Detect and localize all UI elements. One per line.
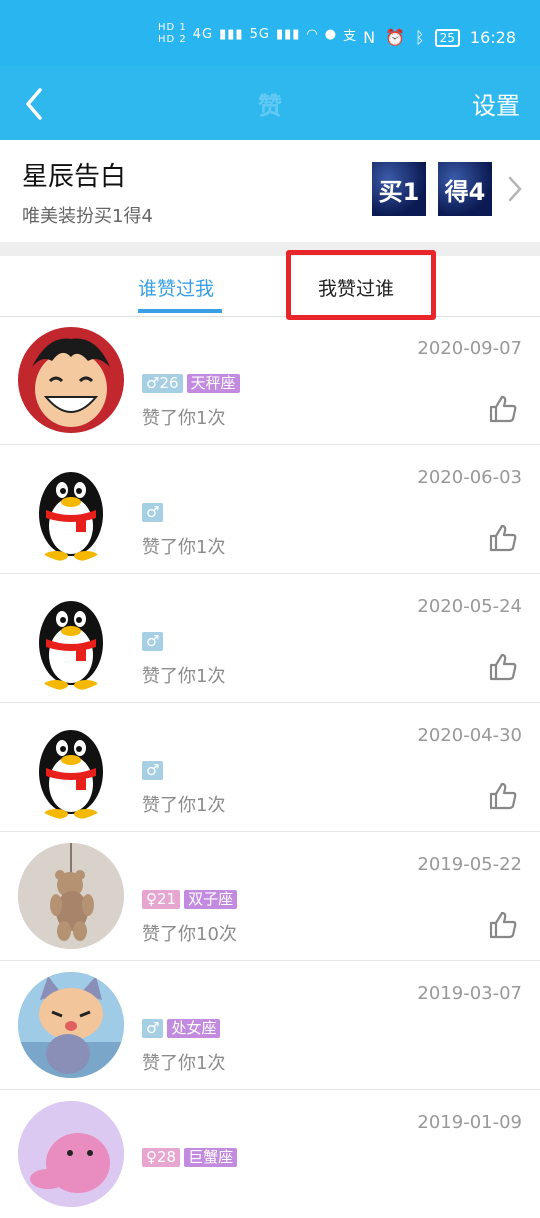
like-count-text: 赞了你1次	[142, 666, 226, 687]
likes-list: 2020-09-07 ♂26 天秤座 赞了你1次 2020-06-03 ♂ 赞了…	[0, 316, 540, 1218]
gender-age-badge: ♀21	[142, 890, 181, 909]
promo-badge-1: 买1	[378, 177, 420, 206]
status-bar: HD 1 HD 2 4G ▮▮▮ 5G ▮▮▮ ◠ ● 支 N ⏰ ᛒ 25 1…	[0, 0, 540, 66]
list-item[interactable]: 2019-01-09 ♀28 巨蟹座	[0, 1090, 540, 1218]
hd1-label: HD 1	[158, 22, 187, 33]
like-date: 2019-01-09	[417, 1112, 522, 1133]
user-tags: ♂	[142, 503, 164, 522]
signal-icon-2: ▮▮▮	[275, 26, 301, 42]
penguin-avatar-icon	[39, 730, 103, 819]
like-date: 2020-05-24	[417, 596, 522, 617]
status-right-icons: N ⏰ ᛒ 25 16:28	[363, 28, 516, 47]
page-title: 赞	[258, 92, 282, 120]
active-tab-indicator	[138, 309, 222, 313]
avatar[interactable]	[18, 972, 124, 1078]
thumbs-up-icon[interactable]	[488, 910, 518, 940]
hd2-label: HD 2	[158, 34, 187, 45]
status-left-icons: HD 1 HD 2 4G ▮▮▮ 5G ▮▮▮ ◠ ● 支	[158, 22, 357, 46]
list-item[interactable]: 2020-09-07 ♂26 天秤座 赞了你1次	[0, 316, 540, 445]
highlight-annotation-box	[286, 250, 436, 320]
wechat-icon: ●	[324, 26, 338, 42]
avatar[interactable]	[18, 327, 124, 433]
alarm-icon: ⏰	[385, 28, 405, 47]
tab-bar: 谁赞过我 我赞过谁	[0, 256, 540, 317]
list-item[interactable]: 2020-05-24 ♂ 赞了你1次	[0, 574, 540, 703]
like-date: 2019-05-22	[417, 854, 522, 875]
promo-badge-2: 得4	[444, 177, 486, 206]
promo-title: 星辰告白	[22, 162, 127, 192]
zodiac-badge: 天秤座	[186, 374, 240, 393]
user-tags: ♀28 巨蟹座	[142, 1148, 238, 1167]
male-icon: ♂	[142, 632, 164, 651]
like-date: 2019-03-07	[417, 983, 522, 1004]
list-item[interactable]: 2020-04-30 ♂ 赞了你1次	[0, 703, 540, 832]
female-icon: ♀	[146, 1148, 157, 1166]
network-4g-icon: 4G	[192, 26, 214, 42]
like-date: 2020-09-07	[417, 338, 522, 359]
clock-time: 16:28	[469, 28, 516, 47]
like-count-text: 赞了你1次	[142, 795, 226, 816]
hd-indicator: HD 1 HD 2	[158, 22, 187, 46]
promo-subtitle: 唯美装扮买1得4	[22, 206, 153, 227]
bluetooth-icon: ᛒ	[415, 28, 425, 47]
age-value: 28	[157, 1148, 177, 1166]
seal-avatar-icon	[18, 1101, 124, 1207]
user-tags: ♀21 双子座	[142, 890, 238, 909]
avatar[interactable]	[18, 1101, 124, 1207]
alipay-icon: 支	[343, 28, 358, 44]
signal-icon: ▮▮▮	[219, 26, 244, 42]
settings-button[interactable]: 设置	[472, 86, 520, 121]
avatar[interactable]	[18, 585, 124, 691]
age-value: 21	[157, 890, 177, 908]
nfc-icon: N	[363, 28, 376, 47]
male-icon: ♂	[142, 503, 164, 522]
thumbs-up-icon[interactable]	[488, 781, 518, 811]
avatar[interactable]	[18, 714, 124, 820]
avatar[interactable]	[18, 843, 124, 949]
thumbs-up-icon[interactable]	[488, 652, 518, 682]
gender-age-badge: ♀28	[142, 1148, 181, 1167]
user-tags: ♂	[142, 632, 164, 651]
like-count-text: 赞了你1次	[142, 408, 226, 429]
user-tags: ♂	[142, 761, 164, 780]
zodiac-badge: 处女座	[167, 1019, 221, 1038]
male-icon: ♂	[146, 374, 160, 392]
like-count-text: 赞了你1次	[142, 537, 226, 558]
list-item[interactable]: 2019-05-22 ♀21 双子座 赞了你10次	[0, 832, 540, 961]
title-bar: 赞 设置	[0, 66, 540, 140]
user-tags: ♂26 天秤座	[142, 374, 240, 393]
battery-icon: 25	[434, 28, 460, 47]
female-icon: ♀	[146, 890, 157, 908]
promo-image-get4: 得4	[438, 162, 492, 216]
like-count-text: 赞了你10次	[142, 924, 237, 945]
male-icon: ♂	[142, 761, 164, 780]
age-value: 26	[159, 374, 179, 392]
wifi-icon: ◠	[306, 26, 319, 42]
tab-who-liked-me[interactable]: 谁赞过我	[138, 274, 214, 301]
network-5g-icon: 5G	[249, 26, 270, 42]
thumbs-up-icon[interactable]	[488, 394, 518, 424]
section-divider	[0, 242, 540, 256]
promo-image-buy1: 买1	[372, 162, 426, 216]
avatar[interactable]	[18, 456, 124, 562]
cartoon-cat-avatar-icon	[18, 972, 124, 1078]
user-tags: ♂ 处女座	[142, 1019, 221, 1038]
teddy-bear-avatar-icon	[18, 843, 124, 949]
chevron-right-icon	[508, 176, 522, 202]
list-item[interactable]: 2020-06-03 ♂ 赞了你1次	[0, 445, 540, 574]
penguin-avatar-icon	[39, 472, 103, 561]
male-icon: ♂	[142, 1019, 164, 1038]
zodiac-badge: 巨蟹座	[184, 1148, 238, 1167]
thumbs-up-icon[interactable]	[488, 523, 518, 553]
penguin-avatar-icon	[39, 601, 103, 690]
like-date: 2020-06-03	[417, 467, 522, 488]
anime-face-avatar-icon	[18, 327, 124, 433]
list-item[interactable]: 2019-03-07 ♂ 处女座 赞了你1次	[0, 961, 540, 1090]
like-date: 2020-04-30	[417, 725, 522, 746]
promo-banner[interactable]: 星辰告白 唯美装扮买1得4 买1 得4	[0, 140, 540, 242]
gender-age-badge: ♂26	[142, 374, 183, 393]
zodiac-badge: 双子座	[184, 890, 238, 909]
like-count-text: 赞了你1次	[142, 1053, 226, 1074]
